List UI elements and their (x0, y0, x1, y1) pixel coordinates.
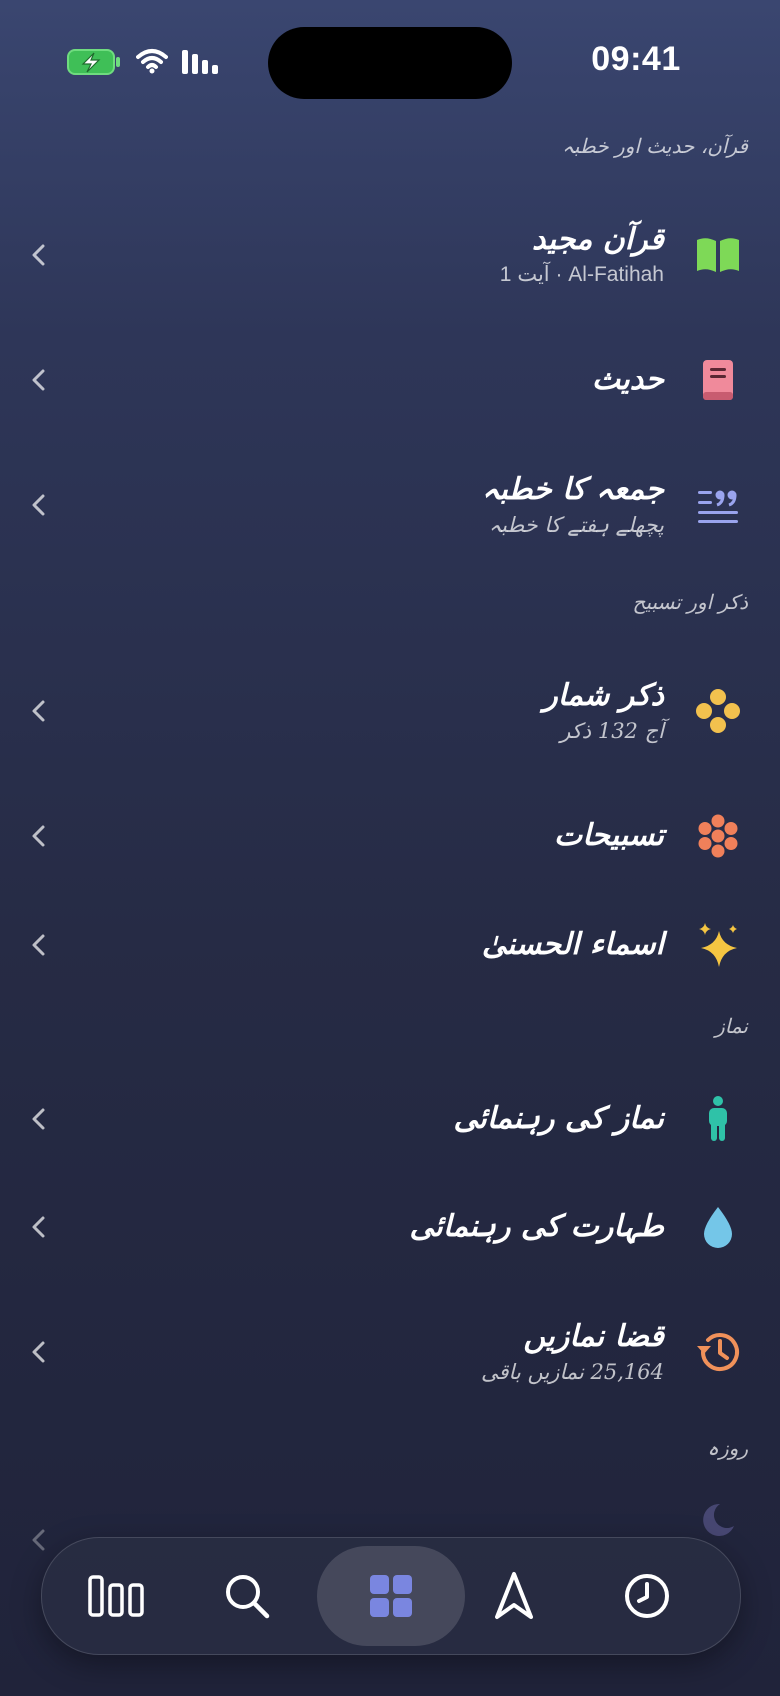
chevron-left-icon (32, 700, 45, 722)
row-qaza-namaz[interactable]: قضا نمازیں 25,164 نمازیں باقی (0, 1302, 780, 1402)
row-namaz-guide-text: نماز کی رہنمائی (454, 1099, 664, 1139)
tab-prayer-times[interactable] (597, 1546, 697, 1646)
battery-charging-icon (67, 49, 120, 75)
row-zikr-counter[interactable]: ذکر شمار آج 132 ذکر (0, 661, 780, 761)
section-header-zikr: ذکر اور تسبیح (632, 590, 748, 614)
section-header-quran: قرآن، حدیث اور خطبہ (562, 134, 748, 158)
tab-home[interactable] (317, 1546, 465, 1646)
quote-lines-icon (692, 479, 744, 531)
row-taharat-guide-title: طہارت کی رہنمائی (409, 1209, 664, 1244)
navigation-arrow-icon (495, 1572, 533, 1619)
row-quran-text: قرآن مجید Al-Fatihah · آیت 1 (500, 220, 664, 290)
drop-icon (692, 1201, 744, 1253)
status-time: 09:41 (591, 40, 681, 78)
row-quran[interactable]: قرآن مجید Al-Fatihah · آیت 1 (0, 205, 780, 305)
status-bar: 09:41 (0, 0, 780, 120)
flower-beads-icon (692, 810, 744, 862)
clock-icon (625, 1574, 669, 1618)
row-tasbihat-title: تسبیحات (554, 818, 664, 853)
row-khutbah-subtitle: پچھلے ہفتے کا خطبہ (488, 513, 664, 537)
chevron-left-icon (32, 934, 45, 956)
row-zikr-counter-subtitle: آج 132 ذکر (560, 719, 664, 743)
chevron-left-icon (32, 494, 45, 516)
dynamic-island (268, 27, 512, 99)
search-icon (226, 1575, 270, 1619)
tab-search[interactable] (197, 1546, 297, 1646)
tab-bar (41, 1537, 741, 1655)
row-zikr-counter-text: ذکر شمار آج 132 ذکر (543, 676, 664, 746)
grid-icon (370, 1575, 412, 1617)
moon-icon (692, 1494, 744, 1546)
section-header-roza: روزہ (707, 1436, 748, 1460)
chevron-left-icon (32, 1108, 45, 1130)
row-tasbihat[interactable]: تسبیحات (0, 786, 780, 886)
row-hadith-text: حدیث (592, 360, 664, 400)
row-qaza-title: قضا نمازیں (523, 1319, 664, 1354)
book-icon (692, 354, 744, 406)
row-khutbah-text: جمعہ کا خطبہ پچھلے ہفتے کا خطبہ (482, 470, 664, 540)
row-taharat-guide[interactable]: طہارت کی رہنمائی (0, 1177, 780, 1277)
open-book-icon (692, 229, 744, 281)
row-quran-subtitle: Al-Fatihah · آیت 1 (499, 263, 664, 286)
tab-qibla[interactable] (464, 1546, 564, 1646)
row-asma-text: اسماء الحسنیٰ (482, 925, 664, 965)
chevron-left-icon (32, 369, 45, 391)
sparkles-icon (692, 919, 744, 971)
row-hadith[interactable]: حدیث (0, 330, 780, 430)
cellular-signal-icon (182, 50, 218, 74)
row-taharat-guide-text: طہارت کی رہنمائی (410, 1207, 664, 1247)
history-icon (692, 1326, 744, 1378)
person-icon (692, 1093, 744, 1145)
section-header-namaz: نماز (715, 1014, 748, 1038)
row-asma-title: اسماء الحسنیٰ (481, 927, 664, 962)
row-khutbah-title: جمعہ کا خطبہ (481, 472, 664, 507)
row-hadith-title: حدیث (591, 362, 664, 397)
chevron-left-icon (32, 1216, 45, 1238)
row-qaza-text: قضا نمازیں 25,164 نمازیں باقی (481, 1317, 664, 1387)
wifi-icon (136, 49, 168, 74)
row-qaza-subtitle: 25,164 نمازیں باقی (481, 1360, 664, 1384)
chevron-left-icon (32, 825, 45, 847)
library-icon (88, 1575, 144, 1617)
row-namaz-guide[interactable]: نماز کی رہنمائی (0, 1069, 780, 1169)
chevron-left-icon (32, 1341, 45, 1363)
row-asma-ul-husna[interactable]: اسماء الحسنیٰ (0, 895, 780, 995)
row-quran-title: قرآن مجید (532, 222, 664, 257)
row-namaz-guide-title: نماز کی رہنمائی (453, 1101, 664, 1136)
chevron-left-icon (32, 244, 45, 266)
chevron-left-icon (32, 1529, 45, 1551)
row-tasbihat-text: تسبیحات (554, 816, 664, 856)
tab-library[interactable] (67, 1546, 167, 1646)
row-zikr-counter-title: ذکر شمار (543, 678, 664, 713)
beads-icon (692, 685, 744, 737)
row-khutbah[interactable]: جمعہ کا خطبہ پچھلے ہفتے کا خطبہ (0, 455, 780, 555)
